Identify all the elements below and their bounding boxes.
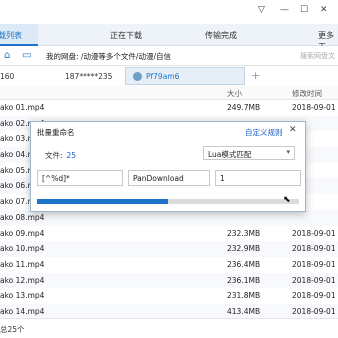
file-date: 2018-09-01 1 [292, 259, 338, 269]
file-date: 2018-09-01 1 [292, 228, 338, 238]
replacement-input[interactable]: PanDownload [128, 170, 210, 186]
file-name: ako 09.mp4 [0, 228, 45, 238]
main-tabs: 下载列表 正在下载 传输完成 更多工 [0, 24, 338, 51]
file-name: ako 13.mp4 [0, 291, 45, 301]
file-size: 232.9MB [227, 244, 261, 254]
table-row[interactable]: ako 08.mp4 [0, 209, 338, 226]
file-name: ako 01.mp4 [0, 103, 45, 112]
start-number-value: 1 [220, 174, 225, 183]
breadcrumb[interactable]: 我的网盘: /动漫等多个文件/动漫/自信 [46, 51, 171, 62]
dialog-title: 批量重命名 [37, 128, 75, 137]
file-date: 2018-09-01 1 [292, 291, 338, 301]
pattern-input[interactable]: [^%d]* [37, 170, 123, 186]
mouse-cursor-icon: ⬉ [283, 195, 291, 205]
start-number-input[interactable]: 1 [215, 170, 301, 186]
account-bar: 160 187*****235 Pf79am6 + [0, 66, 338, 86]
file-name: ako 08.mp4 [0, 212, 45, 222]
rename-progress-bar [37, 199, 299, 204]
file-size: 231.8MB [227, 291, 261, 301]
dialog-close-icon[interactable]: ✕ [289, 125, 297, 135]
file-date: 2018-09-01 1 [292, 103, 338, 112]
account-tab-active[interactable]: Pf79am6 [125, 67, 245, 85]
file-size: 236.4MB [227, 259, 261, 269]
replacement-value: PanDownload [133, 174, 184, 183]
table-row[interactable]: ako 11.mp4 236.4MB 2018-09-01 1 [0, 257, 338, 273]
folder-icon[interactable]: ▭ [22, 50, 31, 61]
column-size[interactable]: 大小 [227, 88, 242, 99]
menu-dropdown-icon[interactable]: ▽ [258, 5, 265, 15]
status-bar: 总25个 [0, 318, 338, 338]
maximize-icon[interactable]: ☐ [300, 5, 308, 15]
file-date: 2018-09-01 1 [292, 244, 338, 254]
file-count-label: 文件: [45, 151, 63, 160]
file-name: ako 14.mp4 [0, 306, 45, 316]
home-icon[interactable]: ⌂ [4, 50, 10, 61]
title-bar: ▽ — ☐ ✕ [0, 0, 338, 24]
avatar [133, 72, 142, 81]
file-date: 2018-09-01 1 [292, 275, 338, 285]
table-row[interactable]: ako 09.mp4 232.3MB 2018-09-01 1 [0, 226, 338, 242]
tab-completed[interactable]: 传输完成 [205, 30, 237, 41]
file-count: 文件: 25 [45, 150, 76, 161]
table-row[interactable]: ako 10.mp4 232.9MB 2018-09-01 1 [0, 241, 338, 257]
mode-select[interactable]: Lua模式匹配 ▾ [203, 146, 295, 160]
file-name: ako 10.mp4 [0, 244, 45, 254]
file-date: 2018-09-01 1 [292, 306, 338, 316]
mode-select-value: Lua模式匹配 [208, 150, 252, 159]
add-account-button[interactable]: + [251, 69, 260, 82]
table-row[interactable]: ako 12.mp4 236.1MB 2018-09-01 1 [0, 272, 338, 289]
file-count-value: 25 [66, 151, 77, 160]
file-name: ako 11.mp4 [0, 259, 45, 269]
account-tab-1[interactable]: 160 [0, 72, 14, 81]
table-row[interactable]: ako 13.mp4 231.8MB 2018-09-01 1 [0, 288, 338, 304]
table-row[interactable]: ako 01.mp4 249.7MB 2018-09-01 1 [0, 100, 338, 116]
batch-rename-dialog: 批量重命名 自定义规则 ✕ 文件: 25 Lua模式匹配 ▾ [^%d]* Pan… [30, 121, 306, 212]
file-size: 413.4MB [227, 306, 261, 316]
progress-fill [37, 199, 168, 204]
column-date[interactable]: 修改时间 [292, 88, 322, 99]
file-size: 249.7MB [227, 103, 261, 112]
close-icon[interactable]: ✕ [320, 5, 328, 15]
custom-rule-link[interactable]: 自定义规则 [245, 127, 283, 138]
account-tab-label: Pf79am6 [146, 72, 180, 81]
file-count-status: 总25个 [0, 325, 25, 334]
column-header: 大小 修改时间 [0, 86, 338, 100]
file-size: 232.3MB [227, 228, 261, 238]
tab-downloading[interactable]: 正在下载 [110, 30, 142, 41]
minimize-icon[interactable]: — [280, 5, 289, 15]
chevron-down-icon: ▾ [286, 148, 290, 156]
tab-download-list[interactable]: 下载列表 [0, 30, 22, 41]
pattern-value: [^%d]* [42, 174, 70, 183]
account-tab-2[interactable]: 187*****235 [65, 72, 112, 81]
file-size: 236.1MB [227, 275, 261, 285]
path-bar: ⌂ ▭ 我的网盘: /动漫等多个文件/动漫/自信 搜索网盘文 [0, 46, 338, 66]
search-input[interactable]: 搜索网盘文 [300, 51, 335, 61]
file-name: ako 12.mp4 [0, 275, 45, 285]
